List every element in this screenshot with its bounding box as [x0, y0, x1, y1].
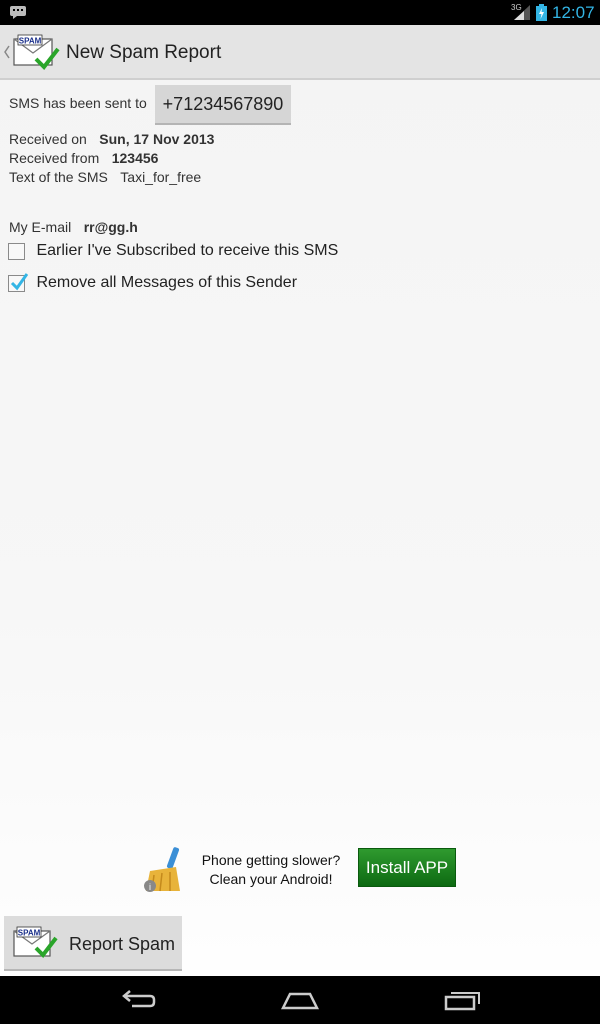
status-bar: 3G 12:07: [0, 0, 600, 25]
ad-text: Phone getting slower? Clean your Android…: [196, 851, 346, 889]
checkmark-icon: [10, 272, 28, 290]
sms-text-label: Text of the SMS: [9, 169, 108, 185]
subscribed-option[interactable]: Earlier I've Subscribed to receive this …: [8, 242, 338, 264]
back-chevron-icon[interactable]: [3, 44, 11, 60]
sms-text-row: Text of the SMS Taxi_for_free: [9, 169, 209, 187]
received-on-row: Received on Sun, 17 Nov 2013: [9, 131, 222, 149]
remove-all-option[interactable]: Remove all Messages of this Sender: [8, 272, 297, 296]
spam-envelope-logo[interactable]: SPAM: [12, 33, 60, 71]
spam-envelope-icon: SPAM: [13, 926, 58, 959]
install-app-button[interactable]: Install APP: [358, 848, 456, 887]
email-value: rr@gg.h: [83, 219, 138, 235]
ad-line-1: Phone getting slower?: [201, 852, 341, 868]
svg-text:SPAM: SPAM: [18, 929, 41, 938]
received-from-value: 123456: [111, 150, 159, 166]
recent-apps-icon[interactable]: [443, 988, 483, 1012]
received-from-label: Received from: [9, 150, 100, 166]
sms-text-value: Taxi_for_free: [120, 169, 202, 185]
notification-icon: [10, 6, 26, 19]
recipient-number-button[interactable]: +71234567890: [155, 85, 291, 125]
received-on-value: Sun, 17 Nov 2013: [99, 131, 215, 147]
signal-icon: [514, 5, 530, 20]
svg-text:SPAM: SPAM: [19, 37, 42, 46]
page-title: New Spam Report: [66, 42, 222, 63]
ad-line-2: Clean your Android!: [209, 871, 333, 887]
email-row: My E-mail rr@gg.h: [9, 219, 146, 237]
report-spam-label: Report Spam: [69, 934, 176, 954]
sent-to-label: SMS has been sent to: [9, 95, 147, 111]
report-spam-button[interactable]: SPAM Report Spam: [4, 916, 182, 971]
battery-icon: [536, 4, 547, 21]
action-bar: SPAM New Spam Report: [0, 25, 600, 80]
svg-text:i: i: [149, 882, 151, 892]
back-icon[interactable]: [118, 988, 158, 1012]
navigation-bar: [0, 976, 600, 1024]
remove-all-label[interactable]: Remove all Messages of this Sender: [36, 274, 297, 291]
received-from-row: Received from 123456: [9, 150, 166, 168]
email-label: My E-mail: [9, 219, 72, 235]
remove-all-checkbox[interactable]: [8, 272, 28, 292]
home-icon[interactable]: [280, 988, 320, 1012]
subscribed-label[interactable]: Earlier I've Subscribed to receive this …: [36, 242, 338, 259]
clock: 12:07: [552, 3, 595, 22]
broom-icon: i: [144, 847, 180, 892]
received-on-label: Received on: [9, 131, 87, 147]
ad-banner[interactable]: i Phone getting slower? Clean your Andro…: [140, 843, 460, 893]
subscribed-checkbox[interactable]: [8, 242, 25, 260]
